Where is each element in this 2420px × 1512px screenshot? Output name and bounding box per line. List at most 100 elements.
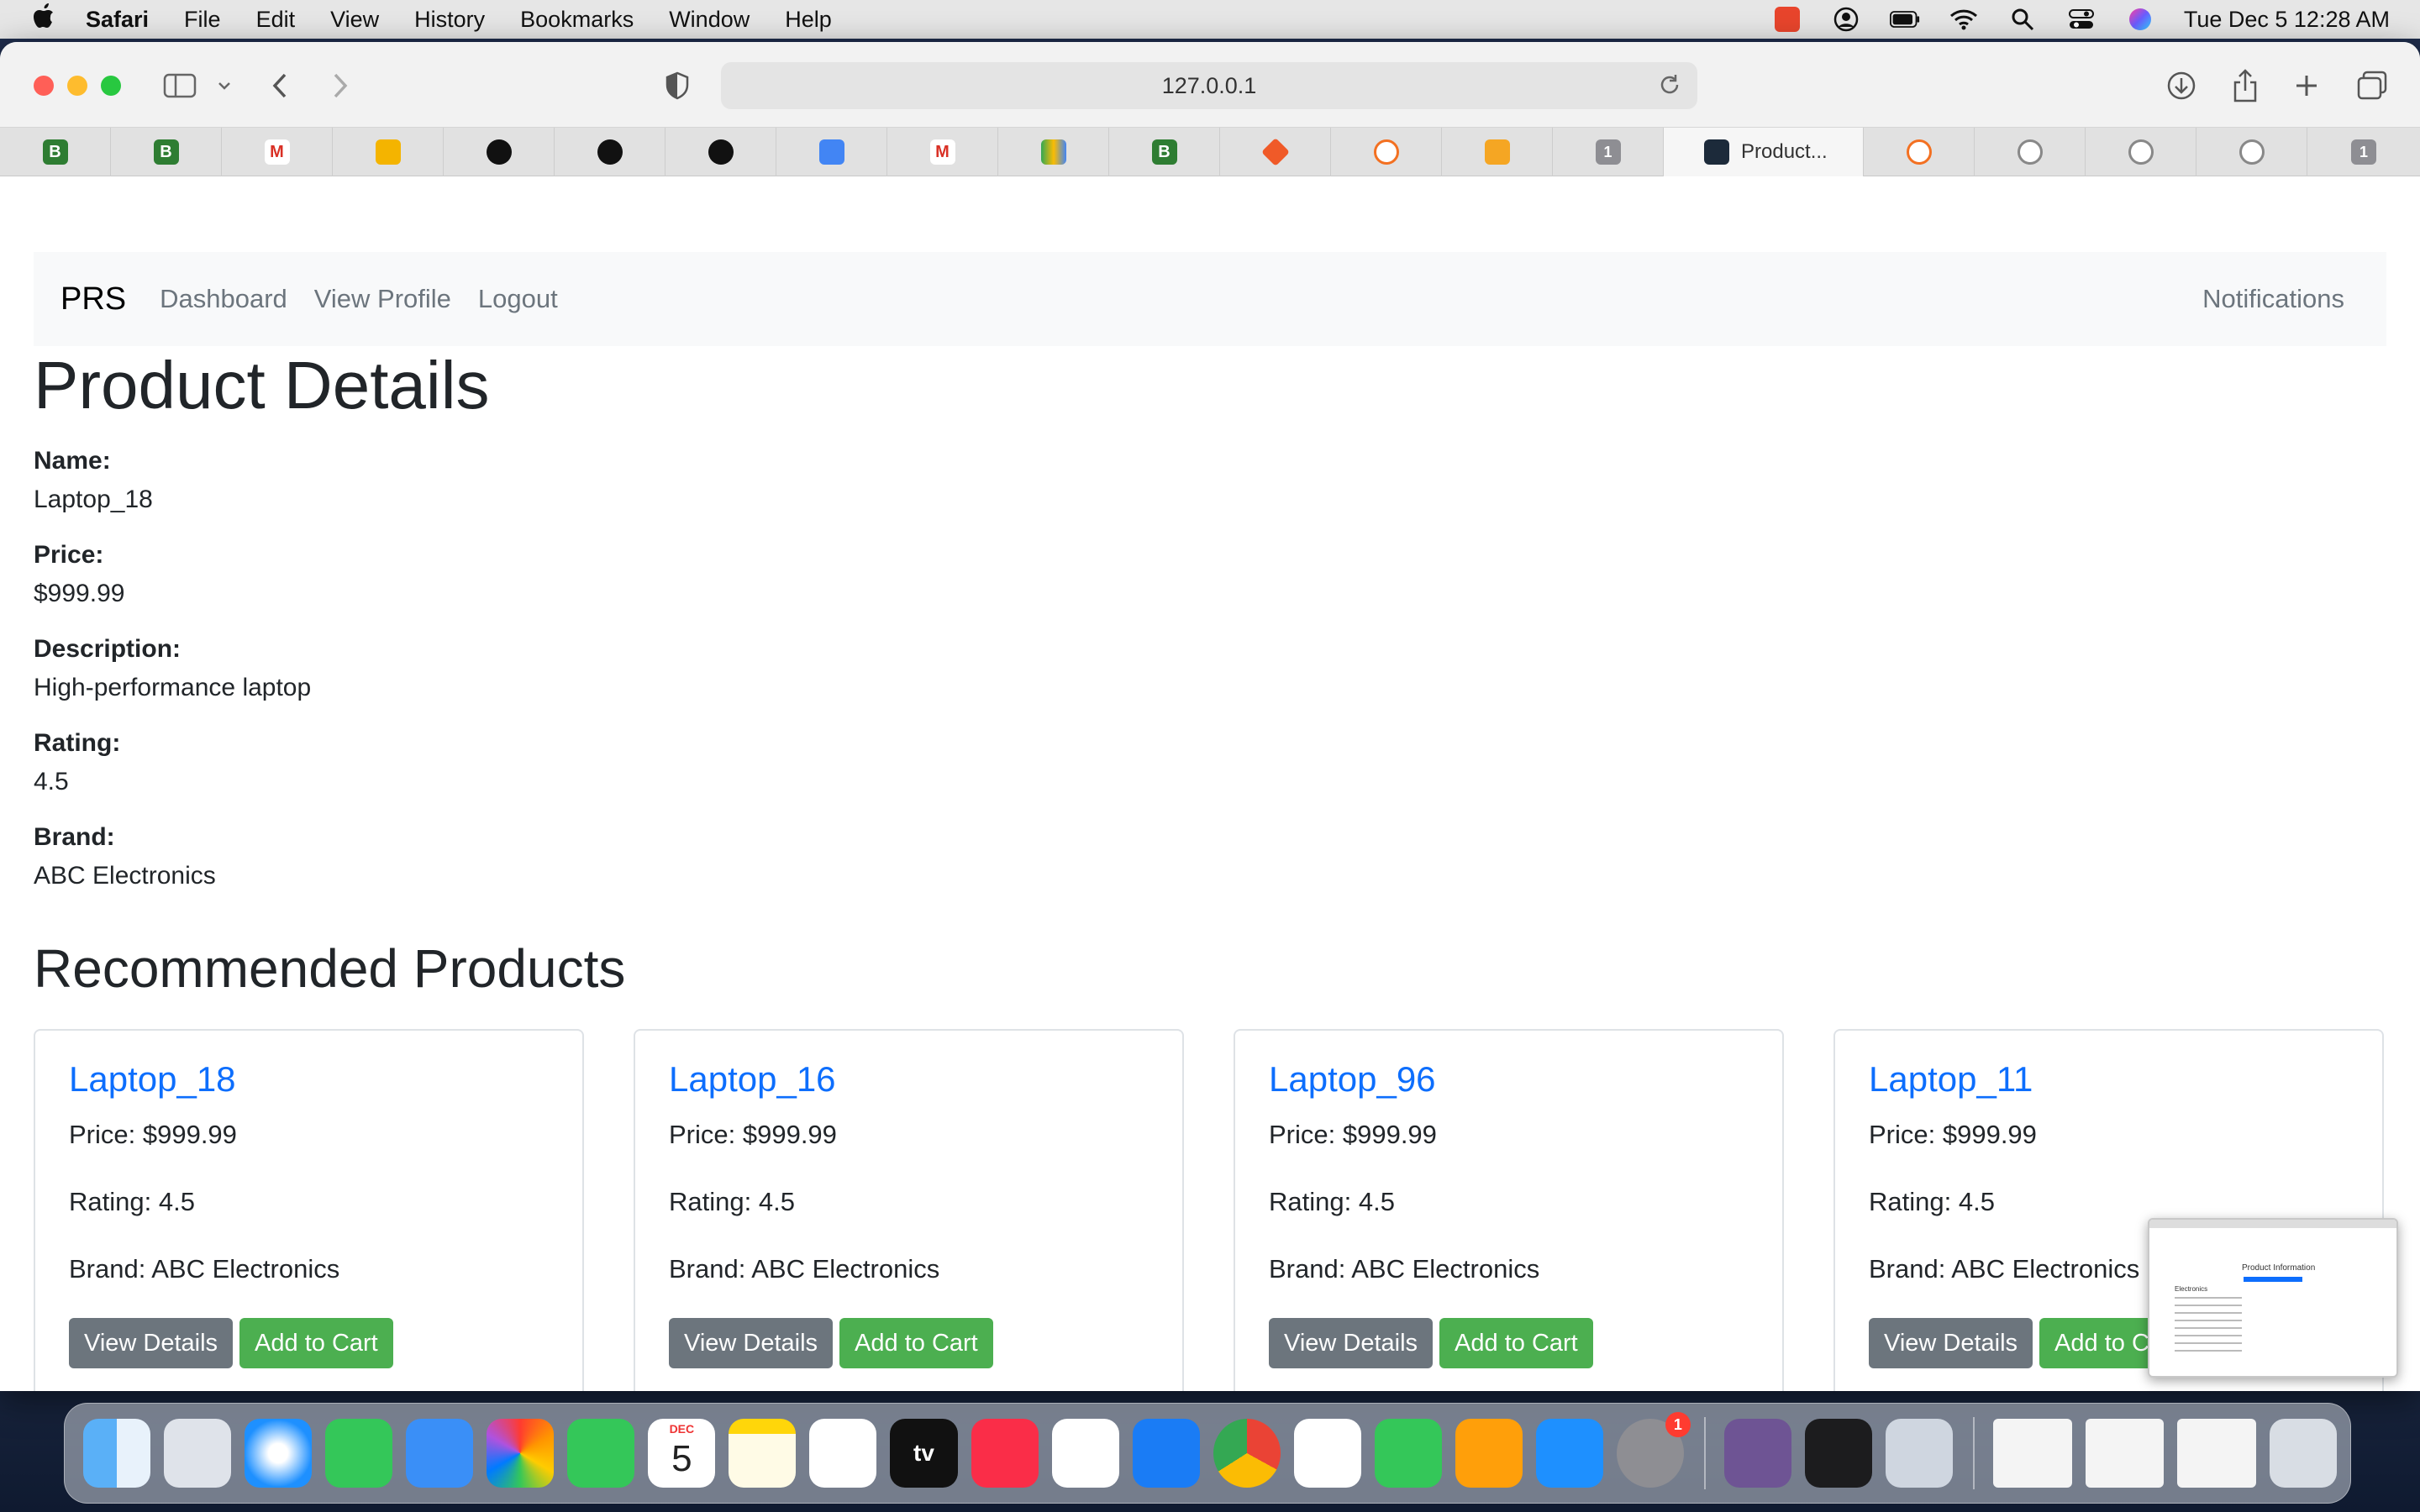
tab-active-product[interactable]: Product... [1664, 128, 1864, 176]
apple-icon[interactable] [18, 3, 69, 35]
tab[interactable] [2086, 128, 2196, 176]
tab-overview-icon[interactable] [2356, 67, 2388, 104]
thumbnail-title: Product Information [2242, 1263, 2316, 1273]
news-icon[interactable] [1051, 1419, 1119, 1488]
apple-tv-icon[interactable]: tv [890, 1419, 958, 1488]
tab[interactable]: B [0, 128, 111, 176]
app-status-icon[interactable] [1772, 7, 1802, 32]
menu-edit[interactable]: Edit [256, 7, 296, 33]
control-center-icon[interactable] [2066, 7, 2096, 32]
minimized-window-thumbnail[interactable] [2177, 1419, 2257, 1488]
tab[interactable] [666, 128, 776, 176]
launchpad-icon[interactable] [164, 1419, 232, 1488]
tab[interactable]: M [887, 128, 998, 176]
zoom-window-button[interactable] [101, 76, 121, 96]
address-bar-url: 127.0.0.1 [1161, 72, 1257, 98]
nav-view-profile-link[interactable]: View Profile [314, 284, 451, 314]
spotlight-search-icon[interactable] [2007, 7, 2038, 32]
tab[interactable] [1220, 128, 1331, 176]
user-account-icon[interactable] [1831, 7, 1861, 32]
menu-window[interactable]: Window [669, 7, 750, 33]
vscode-icon[interactable] [1293, 1419, 1361, 1488]
tab[interactable] [998, 128, 1109, 176]
battery-icon[interactable] [1889, 7, 1920, 32]
product-card-title-link[interactable]: Laptop_16 [669, 1056, 1149, 1103]
github-desktop-icon[interactable] [1723, 1419, 1791, 1488]
keynote-icon[interactable] [1132, 1419, 1200, 1488]
add-to-cart-button[interactable]: Add to Cart [1439, 1318, 1593, 1368]
menu-view[interactable]: View [330, 7, 379, 33]
system-settings-icon[interactable]: 1 [1616, 1412, 1691, 1488]
view-details-button[interactable]: View Details [669, 1318, 834, 1368]
tab[interactable]: B [1109, 128, 1220, 176]
siri-icon[interactable] [2125, 7, 2155, 32]
chevron-down-icon[interactable] [217, 67, 232, 104]
tab[interactable]: B [111, 128, 222, 176]
music-icon[interactable] [971, 1419, 1039, 1488]
address-bar[interactable]: 127.0.0.1 [721, 62, 1697, 109]
tab[interactable] [1442, 128, 1553, 176]
minimized-window-thumbnail[interactable] [2085, 1419, 2165, 1488]
add-to-cart-button[interactable]: Add to Cart [239, 1318, 393, 1368]
menu-clock[interactable]: Tue Dec 5 12:28 AM [2184, 7, 2390, 33]
safari-icon[interactable] [245, 1419, 313, 1488]
photos-icon[interactable] [487, 1419, 555, 1488]
back-button[interactable] [271, 67, 289, 104]
tab[interactable] [1331, 128, 1442, 176]
tab[interactable] [555, 128, 666, 176]
minimize-window-button[interactable] [67, 76, 87, 96]
tab[interactable]: M [222, 128, 333, 176]
navbar-brand[interactable]: PRS [60, 281, 126, 318]
close-window-button[interactable] [34, 76, 54, 96]
view-details-button[interactable]: View Details [69, 1318, 234, 1368]
notes-icon[interactable] [729, 1419, 797, 1488]
app-store-icon[interactable] [1535, 1419, 1603, 1488]
menu-bookmarks[interactable]: Bookmarks [520, 7, 634, 33]
product-card-title-link[interactable]: Laptop_18 [69, 1056, 549, 1103]
forward-button[interactable] [331, 67, 350, 104]
downloads-icon[interactable] [2166, 67, 2196, 104]
calendar-icon[interactable]: DEC 5 [648, 1419, 716, 1488]
freeform-icon[interactable] [809, 1419, 877, 1488]
detail-label: Rating: [34, 729, 121, 757]
share-icon[interactable] [2232, 67, 2259, 104]
tab[interactable] [1864, 128, 1975, 176]
nav-notifications-link[interactable]: Notifications [2202, 284, 2344, 314]
nav-dashboard-link[interactable]: Dashboard [160, 284, 287, 314]
tab[interactable]: 1 [2307, 128, 2420, 176]
wifi-icon[interactable] [1949, 7, 1979, 32]
menu-history[interactable]: History [414, 7, 485, 33]
facetime-icon[interactable] [567, 1419, 635, 1488]
add-to-cart-button[interactable]: Add to Cart [839, 1318, 993, 1368]
tab[interactable] [1975, 128, 2086, 176]
sidebar-toggle-icon[interactable] [163, 67, 197, 104]
trash-icon[interactable] [2270, 1419, 2338, 1488]
terminal-icon[interactable] [1804, 1419, 1872, 1488]
messages-icon[interactable] [325, 1419, 393, 1488]
view-details-button[interactable]: View Details [1869, 1318, 2033, 1368]
product-card-title-link[interactable]: Laptop_11 [1869, 1056, 2349, 1103]
new-tab-icon[interactable] [2294, 67, 2319, 104]
preview-icon[interactable] [1885, 1419, 1954, 1488]
mail-icon[interactable] [406, 1419, 474, 1488]
menu-app-name[interactable]: Safari [86, 7, 149, 33]
window-thumbnail-preview[interactable]: Product Information Electronics [2148, 1218, 2398, 1378]
nav-logout-link[interactable]: Logout [478, 284, 558, 314]
product-card-title-link[interactable]: Laptop_96 [1269, 1056, 1749, 1103]
tab[interactable] [333, 128, 444, 176]
chrome-icon[interactable] [1213, 1419, 1281, 1488]
tab[interactable]: 1 [1553, 128, 1664, 176]
menu-file[interactable]: File [184, 7, 221, 33]
finder-icon[interactable] [83, 1419, 151, 1488]
menu-help[interactable]: Help [785, 7, 832, 33]
jupyter-icon [1906, 139, 1932, 165]
reload-icon[interactable] [1657, 72, 1682, 103]
tab[interactable] [444, 128, 555, 176]
pages-icon[interactable] [1455, 1419, 1523, 1488]
minimized-window-thumbnail[interactable] [1992, 1419, 2072, 1488]
tab[interactable] [2196, 128, 2307, 176]
numbers-icon[interactable] [1374, 1419, 1442, 1488]
view-details-button[interactable]: View Details [1269, 1318, 1434, 1368]
tab[interactable] [776, 128, 887, 176]
privacy-shield-icon[interactable] [666, 67, 689, 104]
